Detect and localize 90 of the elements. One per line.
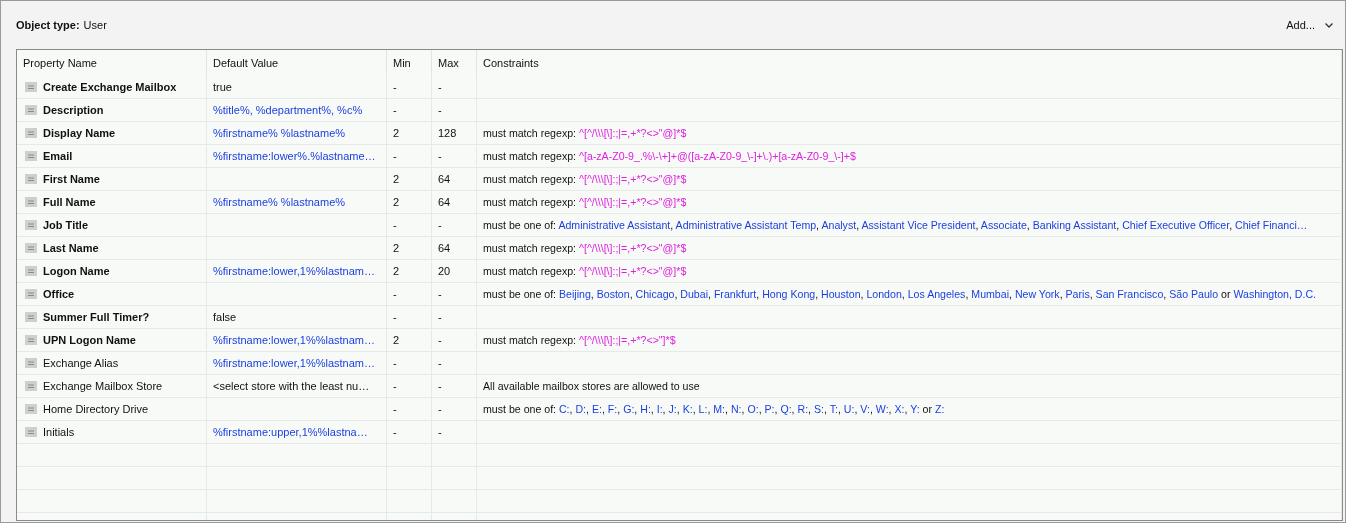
constraint-text: must match regexp: ^[^/\\\[\]:;|=,+*?<>"@]*$: [483, 196, 687, 208]
default-value: %firstname:lower,1%%lastnam…: [213, 334, 375, 346]
object-type-value: User: [83, 19, 107, 31]
min-value: 2: [393, 334, 400, 346]
default-value: %firstname% %lastname%: [213, 127, 346, 139]
constraint-text: must match regexp: ^[^/\\\[\]:;|=,+*?<>"]*$: [483, 334, 676, 346]
max-value: -: [438, 380, 442, 392]
property-name: Create Exchange Mailbox: [43, 81, 177, 93]
max-value: 64: [438, 196, 451, 208]
max-value: 64: [438, 173, 451, 185]
default-value: %firstname:lower,1%%lastnam…: [213, 265, 375, 277]
constraint-text: must match regexp: ^[^/\\\[\]:;|=,+*?<>"@]*$: [483, 127, 687, 139]
max-value: -: [438, 403, 442, 415]
row-handle-icon: [25, 266, 37, 276]
max-value: -: [438, 357, 442, 369]
property-name: Job Title: [43, 219, 89, 231]
min-value: -: [393, 104, 397, 116]
default-value: true: [213, 81, 232, 93]
max-value: -: [438, 334, 442, 346]
row-handle-icon: [25, 335, 37, 345]
default-value: %firstname:lower%.%lastname…: [213, 150, 376, 162]
max-value: -: [438, 104, 442, 116]
default-value: <select store with the least nu…: [213, 380, 370, 392]
constraint-text: must match regexp: ^[a-zA-Z0-9_.%\-\+]+@([a-zA-Z0-9_\-]+\.)+[a-zA-Z0-9_\-]+$: [483, 150, 856, 162]
row-handle-icon: [25, 220, 37, 230]
default-value: %firstname:lower,1%%lastnam…: [213, 357, 375, 369]
property-name: Full Name: [43, 196, 96, 208]
max-value: -: [438, 219, 442, 231]
min-value: 2: [393, 173, 400, 185]
row-handle-icon: [25, 358, 37, 368]
default-value: %title%, %department%, %c%: [213, 104, 363, 116]
row-handle-icon: [25, 174, 37, 184]
constraint-text: must be one of: C:, D:, E:, F:, G:, H:, I:, J:, K:, L:, M:, N:, O:, P:, Q:, R:, S:, T:, U:, V:, W:, X:, Y: or Z:: [483, 403, 945, 415]
property-name: Home Directory Drive: [43, 403, 149, 415]
add-dropdown-button[interactable]: Add...: [1282, 17, 1337, 33]
row-handle-icon: [25, 151, 37, 161]
max-value: -: [438, 288, 442, 300]
row-handle-icon: [25, 381, 37, 391]
row-handle-icon: [25, 243, 37, 253]
property-name: Description: [43, 104, 104, 116]
row-handle-icon: [25, 128, 37, 138]
row-handle-icon: [25, 427, 37, 437]
min-value: 2: [393, 242, 400, 254]
min-value: -: [393, 150, 397, 162]
max-value: -: [438, 81, 442, 93]
property-name: Exchange Alias: [43, 357, 119, 369]
min-value: 2: [393, 127, 400, 139]
min-value: -: [393, 288, 397, 300]
chevron-down-icon: [1325, 22, 1333, 28]
constraint-text: must be one of: Beijing, Boston, Chicago, Dubai, Frankfurt, Hong Kong, Houston, London, Los Angeles, Mumbai, New York, Paris, San Francisco, São Paulo or Washington, D.C.: [483, 288, 1316, 300]
min-value: -: [393, 81, 397, 93]
property-name: First Name: [43, 173, 100, 185]
constraint-text: must match regexp: ^[^/\\\[\]:;|=,+*?<>"@]*$: [483, 173, 687, 185]
property-name: Last Name: [43, 242, 99, 254]
object-type-label: Object type:: [16, 19, 80, 31]
min-value: 2: [393, 196, 400, 208]
row-handle-icon: [25, 404, 37, 414]
max-value: -: [438, 150, 442, 162]
row-handle-icon: [25, 105, 37, 115]
property-name: Office: [43, 288, 75, 300]
row-handle-icon: [25, 312, 37, 322]
min-value: -: [393, 311, 397, 323]
min-value: -: [393, 426, 397, 438]
property-name: Logon Name: [43, 265, 110, 277]
row-handle-icon: [25, 82, 37, 92]
min-value: -: [393, 219, 397, 231]
property-name: Summer Full Timer?: [43, 311, 150, 323]
max-value: -: [438, 311, 442, 323]
row-handle-icon: [25, 289, 37, 299]
property-name: Display Name: [43, 127, 116, 139]
constraint-text: must match regexp: ^[^/\\\[\]:;|=,+*?<>"@]*$: [483, 265, 687, 277]
max-value: -: [438, 426, 442, 438]
max-value: 64: [438, 242, 451, 254]
default-value: %firstname:upper,1%%lastna…: [213, 426, 368, 438]
property-name: Exchange Mailbox Store: [43, 380, 163, 392]
max-value: 20: [438, 265, 451, 277]
constraint-text: must match regexp: ^[^/\\\[\]:;|=,+*?<>"@]*$: [483, 242, 687, 254]
min-value: -: [393, 357, 397, 369]
property-name: UPN Logon Name: [43, 334, 136, 346]
property-name: Initials: [43, 426, 75, 438]
min-value: -: [393, 380, 397, 392]
row-handle-icon: [25, 197, 37, 207]
constraint-text: must be one of: Administrative Assistant, Administrative Assistant Temp, Analyst, Assistant Vice President, Associate, Banking Assistant, Chief Executive Officer, Chief Financi…: [483, 219, 1308, 231]
min-value: 2: [393, 265, 400, 277]
max-value: 128: [438, 127, 457, 139]
min-value: -: [393, 403, 397, 415]
default-value: %firstname% %lastname%: [213, 196, 346, 208]
default-value: false: [213, 311, 237, 323]
property-name: Email: [43, 150, 73, 162]
constraint-text: All available mailbox stores are allowed to use: [483, 380, 700, 392]
